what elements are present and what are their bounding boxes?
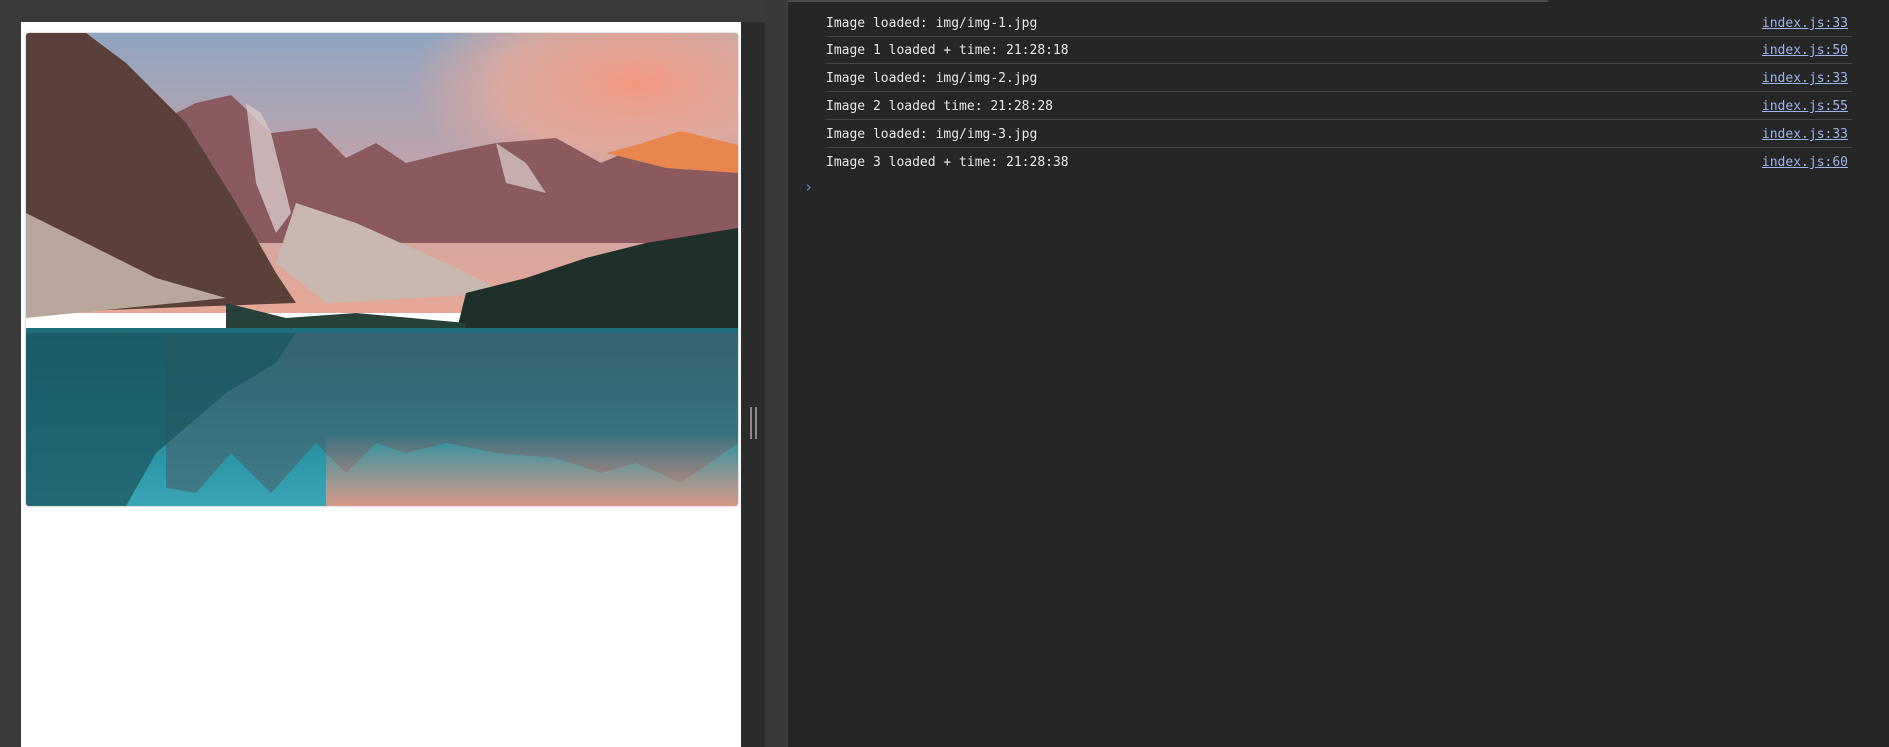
panel-divider[interactable] [765, 0, 786, 747]
console-message-text: Image 3 loaded + time: 21:28:38 [826, 155, 1069, 170]
chevron-right-icon[interactable]: › [804, 178, 813, 196]
source-link[interactable]: index.js:50 [1762, 37, 1848, 64]
console-message-text: Image loaded: img/img-3.jpg [826, 127, 1038, 142]
source-link[interactable]: index.js:33 [1762, 65, 1848, 92]
source-link[interactable]: index.js:33 [1762, 10, 1848, 37]
console-top-divider [788, 0, 1548, 2]
console-message-text: Image loaded: img/img-1.jpg [826, 16, 1038, 31]
page-viewport[interactable] [21, 22, 741, 747]
mountain-lake-image [26, 33, 738, 506]
console-message: Image 2 loaded time: 21:28:28 index.js:5… [826, 93, 1852, 120]
console-message: Image loaded: img/img-3.jpg index.js:33 [826, 121, 1852, 148]
source-link[interactable]: index.js:60 [1762, 149, 1848, 176]
viewport-scrollbar[interactable] [741, 22, 765, 747]
devtools-console: Image loaded: img/img-1.jpg index.js:33 … [786, 0, 1889, 747]
source-link[interactable]: index.js:33 [1762, 121, 1848, 148]
console-message-text: Image loaded: img/img-2.jpg [826, 71, 1038, 86]
console-message-text: Image 2 loaded time: 21:28:28 [826, 99, 1053, 114]
console-message: Image 3 loaded + time: 21:28:38 index.js… [826, 149, 1852, 176]
resize-handle[interactable] [750, 407, 758, 439]
console-message-text: Image 1 loaded + time: 21:28:18 [826, 43, 1069, 58]
mountain-lake-photo-graphic [26, 33, 738, 506]
console-message: Image 1 loaded + time: 21:28:18 index.js… [826, 37, 1852, 64]
console-message: Image loaded: img/img-1.jpg index.js:33 [826, 10, 1852, 37]
console-message: Image loaded: img/img-2.jpg index.js:33 [826, 65, 1852, 92]
source-link[interactable]: index.js:55 [1762, 93, 1848, 120]
